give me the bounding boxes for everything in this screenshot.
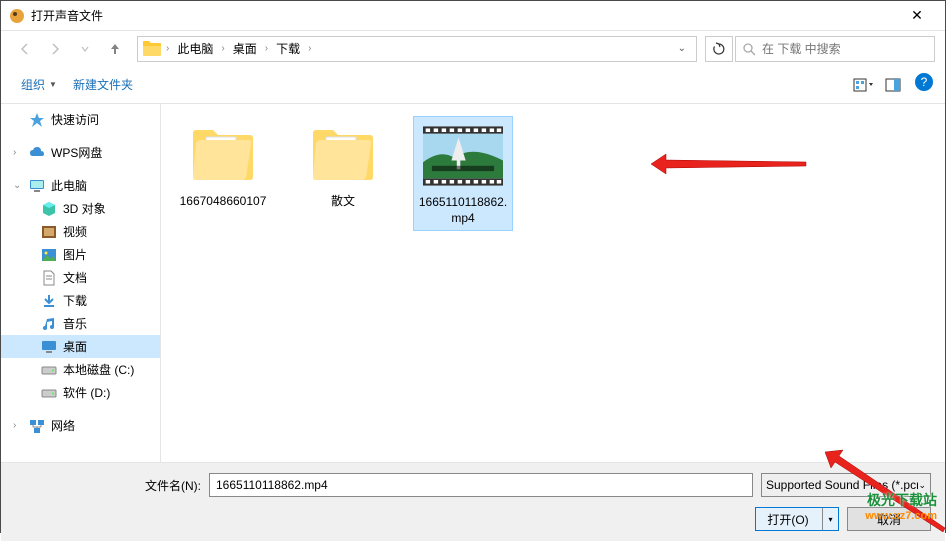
sidebar-wps[interactable]: › WPS网盘: [1, 141, 160, 164]
help-button[interactable]: ?: [915, 73, 933, 91]
file-list[interactable]: 1667048660107 散文 1665110118862.mp4: [161, 104, 945, 462]
chevron-right-icon: ›: [219, 43, 226, 54]
up-button[interactable]: [101, 36, 129, 62]
chevron-down-icon: ⌄: [918, 480, 926, 491]
window-title: 打开声音文件: [31, 7, 897, 24]
new-folder-button[interactable]: 新建文件夹: [65, 72, 141, 97]
video-thumbnail: [423, 121, 503, 191]
sidebar: 快速访问 › WPS网盘 ⌄ 此电脑 3D 对象 视频 图片 文档 下载 音乐 …: [1, 104, 161, 462]
download-icon: [41, 293, 57, 309]
close-button[interactable]: ✕: [897, 2, 937, 30]
cancel-button[interactable]: 取消: [847, 507, 931, 531]
chevron-right-icon: ›: [13, 420, 23, 431]
toolbar: 组织 ▼ 新建文件夹 ?: [1, 66, 945, 104]
folder-thumbnail: [303, 120, 383, 190]
sidebar-music[interactable]: 音乐: [1, 312, 160, 335]
search-box[interactable]: [735, 36, 935, 62]
sidebar-thispc[interactable]: ⌄ 此电脑: [1, 174, 160, 197]
filetype-select[interactable]: Supported Sound Files (*.pcm ⌄: [761, 473, 931, 497]
filename-label: 文件名(N):: [145, 477, 201, 494]
open-button[interactable]: 打开(O)▾: [755, 507, 839, 531]
sidebar-desktop[interactable]: 桌面: [1, 335, 160, 358]
network-icon: [29, 418, 45, 434]
file-name: 1665110118862.mp4: [418, 195, 508, 226]
sidebar-disk-d[interactable]: 软件 (D:): [1, 381, 160, 404]
recent-dropdown[interactable]: [71, 36, 99, 62]
sidebar-quickaccess[interactable]: 快速访问: [1, 108, 160, 131]
sidebar-network[interactable]: › 网络: [1, 414, 160, 437]
star-icon: [29, 112, 45, 128]
sidebar-3dobjects[interactable]: 3D 对象: [1, 197, 160, 220]
file-name: 1667048660107: [180, 194, 267, 210]
main-area: 快速访问 › WPS网盘 ⌄ 此电脑 3D 对象 视频 图片 文档 下载 音乐 …: [1, 104, 945, 462]
sidebar-documents[interactable]: 文档: [1, 266, 160, 289]
navigation-bar: › 此电脑 › 桌面 › 下载 › ⌄: [1, 31, 945, 66]
video-file-item[interactable]: 1665110118862.mp4: [413, 116, 513, 231]
picture-icon: [41, 247, 57, 263]
breadcrumb-downloads[interactable]: 下载: [272, 38, 304, 59]
refresh-button[interactable]: [705, 36, 733, 62]
view-mode-button[interactable]: [849, 73, 877, 97]
annotation-arrow: [651, 149, 811, 179]
breadcrumb[interactable]: › 此电脑 › 桌面 › 下载 › ⌄: [137, 36, 697, 62]
drive-icon: [41, 362, 57, 378]
preview-pane-button[interactable]: [879, 73, 907, 97]
cloud-icon: [29, 145, 45, 161]
film-icon: [41, 224, 57, 240]
sidebar-disk-c[interactable]: 本地磁盘 (C:): [1, 358, 160, 381]
search-input[interactable]: [762, 42, 928, 56]
filename-input[interactable]: [209, 473, 753, 497]
sidebar-videos[interactable]: 视频: [1, 220, 160, 243]
forward-button[interactable]: [41, 36, 69, 62]
open-dropdown-icon[interactable]: ▾: [822, 508, 838, 530]
back-button[interactable]: [11, 36, 39, 62]
monitor-icon: [29, 178, 45, 194]
folder-item[interactable]: 散文: [293, 116, 393, 214]
chevron-right-icon: ›: [13, 147, 23, 158]
organize-menu[interactable]: 组织 ▼: [13, 72, 65, 97]
file-name: 散文: [331, 194, 355, 210]
sidebar-pictures[interactable]: 图片: [1, 243, 160, 266]
document-icon: [41, 270, 57, 286]
app-icon: [9, 8, 25, 24]
cube-icon: [41, 201, 57, 217]
folder-item[interactable]: 1667048660107: [173, 116, 273, 214]
breadcrumb-thispc[interactable]: 此电脑: [173, 38, 217, 59]
breadcrumb-desktop[interactable]: 桌面: [229, 38, 261, 59]
music-icon: [41, 316, 57, 332]
footer: 文件名(N): Supported Sound Files (*.pcm ⌄ 打…: [1, 462, 945, 541]
folder-icon: [142, 40, 162, 58]
titlebar: 打开声音文件 ✕: [1, 1, 945, 31]
chevron-down-icon: ⌄: [13, 180, 23, 191]
search-icon: [742, 42, 756, 56]
chevron-right-icon: ›: [306, 43, 313, 54]
breadcrumb-history-dropdown[interactable]: ⌄: [672, 43, 692, 54]
desktop-icon: [41, 339, 57, 355]
folder-thumbnail: [183, 120, 263, 190]
sidebar-downloads[interactable]: 下载: [1, 289, 160, 312]
chevron-right-icon: ›: [164, 43, 171, 54]
chevron-right-icon: ›: [263, 43, 270, 54]
drive-icon: [41, 385, 57, 401]
